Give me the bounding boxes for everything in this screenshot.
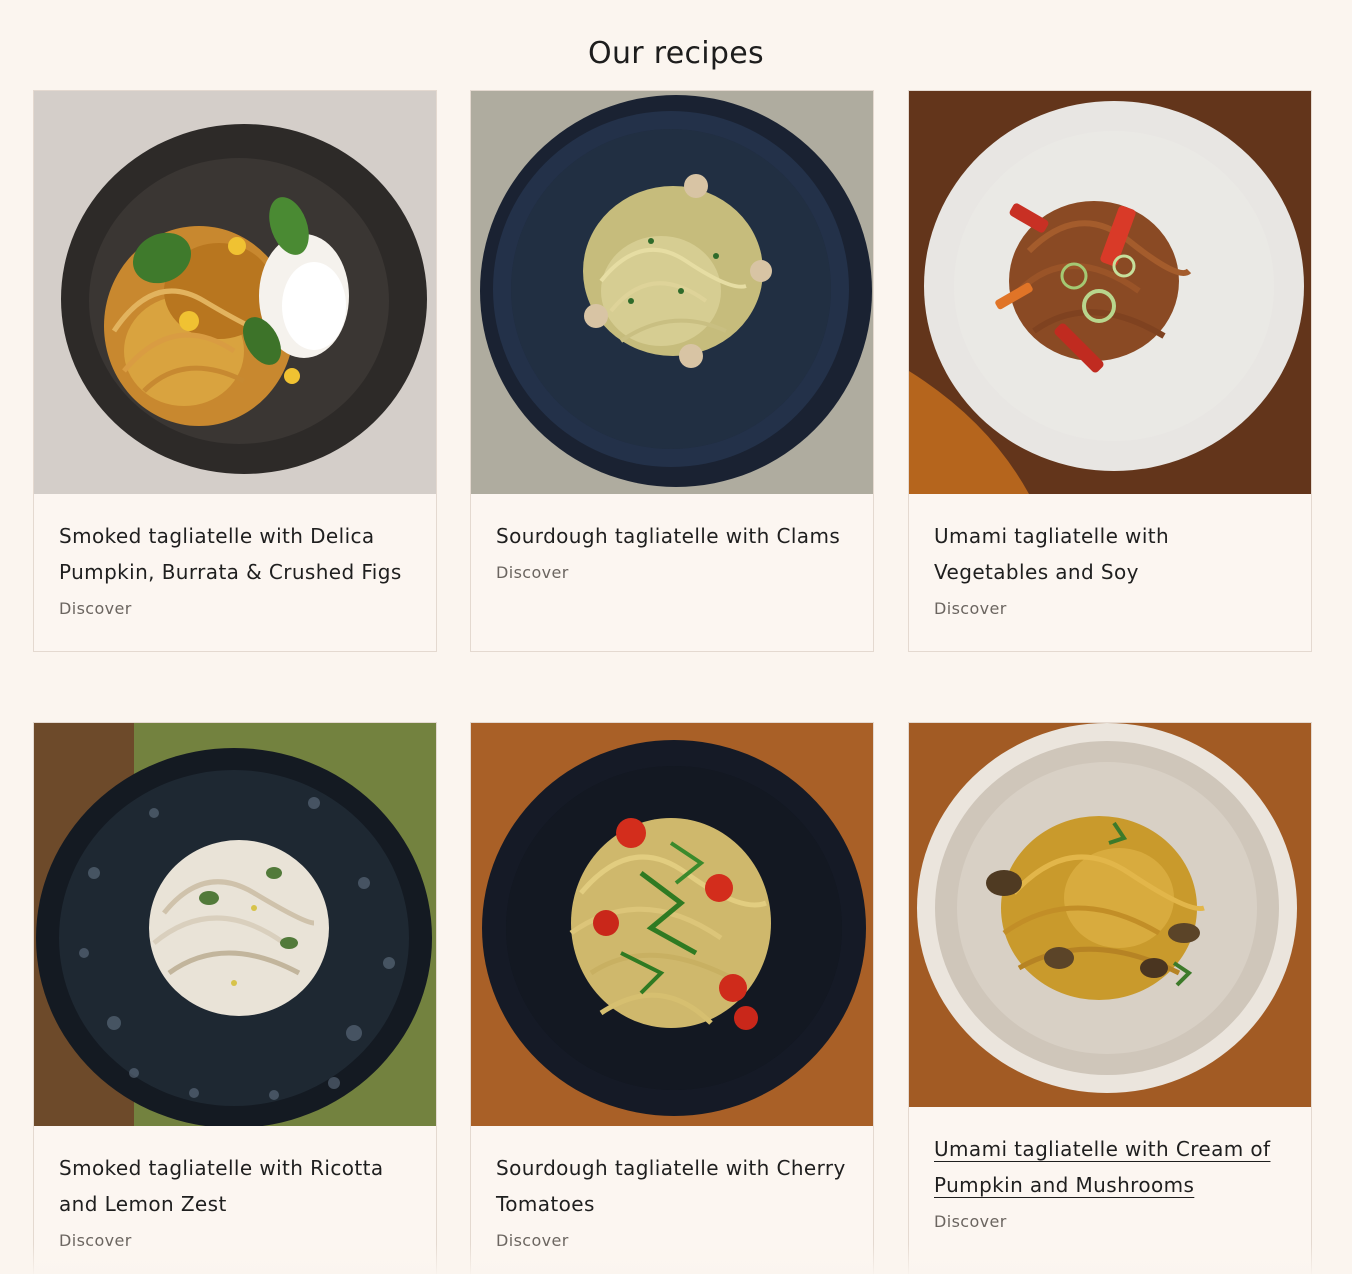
recipe-card[interactable]: Smoked tagliatelle with Ricotta and Lemo… [33,722,437,1274]
recipe-title[interactable]: Smoked tagliatelle with Ricotta and Lemo… [59,1150,412,1222]
recipe-card[interactable]: Umami tagliatelle with Vegetables and So… [908,90,1312,652]
recipe-card[interactable]: Sourdough tagliatelle with Clams Discove… [470,90,874,652]
pasta-bowl-image [34,723,436,1126]
discover-link[interactable]: Discover [496,1224,569,1258]
recipe-title[interactable]: Umami tagliatelle with Cream of Pumpkin … [934,1131,1287,1203]
recipe-card-body: Umami tagliatelle with Cream of Pumpkin … [909,1107,1311,1239]
discover-link[interactable]: Discover [59,1224,132,1258]
recipe-title[interactable]: Sourdough tagliatelle with Cherry Tomato… [496,1150,849,1222]
discover-link[interactable]: Discover [934,1205,1007,1239]
recipe-title[interactable]: Smoked tagliatelle with Delica Pumpkin, … [59,518,412,590]
recipe-card-body: Sourdough tagliatelle with Cherry Tomato… [471,1126,873,1258]
recipe-title[interactable]: Sourdough tagliatelle with Clams [496,518,849,554]
discover-link[interactable]: Discover [496,556,569,590]
recipe-image[interactable] [34,91,436,494]
pasta-bowl-image [34,91,436,494]
recipe-image[interactable] [909,723,1311,1107]
discover-link[interactable]: Discover [59,592,132,626]
section-title: Our recipes [588,36,764,71]
recipe-image[interactable] [471,91,873,494]
recipe-card-body: Smoked tagliatelle with Ricotta and Lemo… [34,1126,436,1258]
recipes-page: Our recipes Smoked tagliatelle with Deli… [0,0,1352,1274]
recipe-image[interactable] [909,91,1311,494]
discover-link[interactable]: Discover [934,592,1007,626]
pasta-plate-image [909,91,1311,494]
recipe-image[interactable] [34,723,436,1126]
recipe-card-body: Smoked tagliatelle with Delica Pumpkin, … [34,494,436,626]
pasta-plate-image [471,91,873,494]
recipe-card-body: Umami tagliatelle with Vegetables and So… [909,494,1311,626]
pasta-plate-image [909,723,1311,1107]
recipe-card[interactable]: Sourdough tagliatelle with Cherry Tomato… [470,722,874,1274]
recipe-title[interactable]: Umami tagliatelle with Vegetables and So… [934,518,1287,590]
pasta-bowl-image [471,723,873,1126]
recipe-card[interactable]: Umami tagliatelle with Cream of Pumpkin … [908,722,1312,1274]
recipe-card-body: Sourdough tagliatelle with Clams Discove… [471,494,873,590]
recipe-card[interactable]: Smoked tagliatelle with Delica Pumpkin, … [33,90,437,652]
recipe-image[interactable] [471,723,873,1126]
